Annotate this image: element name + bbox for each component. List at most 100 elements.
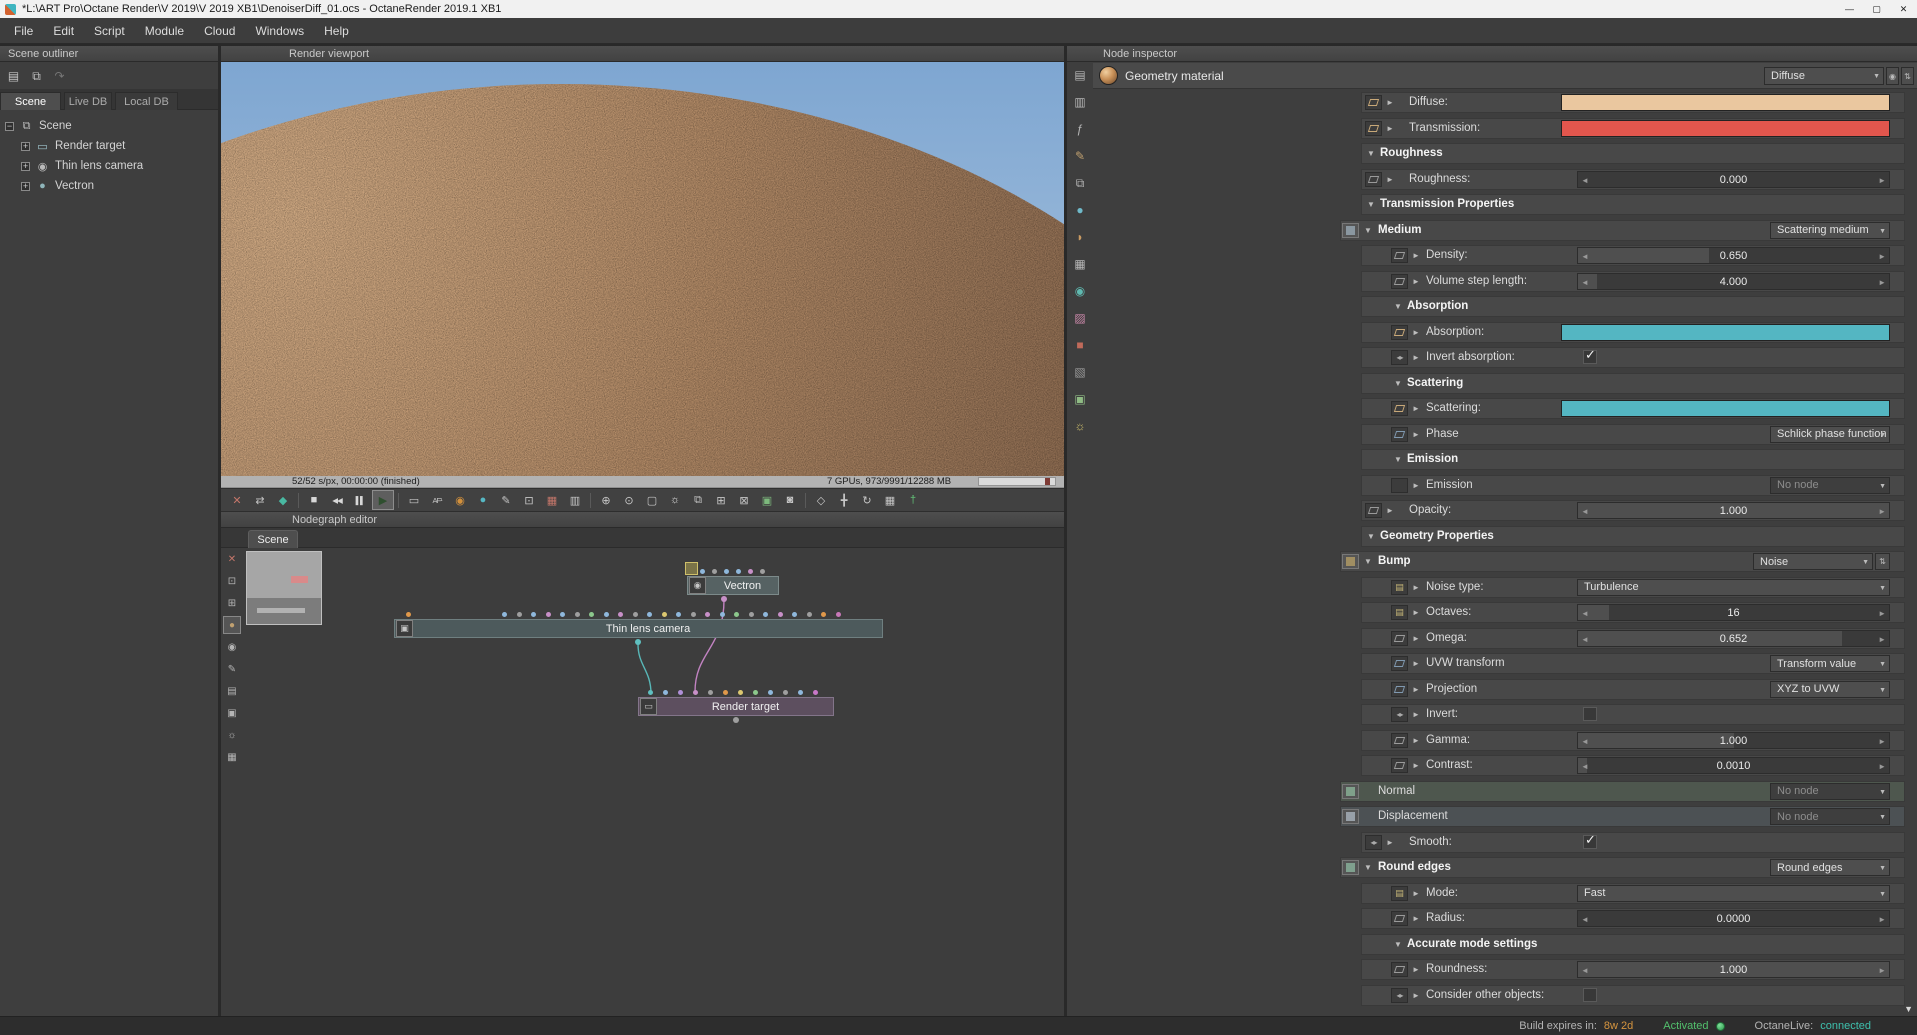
dropdown[interactable]: Noise ▼ [1753,553,1873,570]
input-pin[interactable] [632,612,638,617]
lock-viewport-icon[interactable]: ◙ [779,490,801,510]
expander-icon[interactable]: ► [1386,98,1394,107]
input-pin[interactable] [589,612,594,617]
node-type-icon[interactable]: ▤ [1391,605,1408,620]
expander-icon[interactable]: ▼ [1394,302,1402,311]
node-type-icon[interactable] [1391,911,1408,926]
expander-icon[interactable]: ► [1386,506,1394,515]
palette-medium-icon[interactable]: ◗ [1070,228,1090,246]
input-pin[interactable] [748,612,754,617]
menu-edit[interactable]: Edit [43,18,84,43]
render-viewport-canvas[interactable] [221,62,1064,476]
node-type-icon[interactable]: ▤ [1391,579,1408,595]
expander-icon[interactable]: ► [1412,328,1420,337]
palette-emission-icon[interactable]: ■ [1070,336,1090,354]
value-slider[interactable]: ◄ 0.0000 ► [1577,910,1890,927]
input-pin[interactable] [560,612,565,617]
menu-help[interactable]: Help [314,18,359,43]
restart-render-icon[interactable]: ◀◀ [326,490,348,510]
export-image-icon[interactable]: ▣ [756,490,778,510]
tree-item-thin-lens-camera[interactable]: + ◉ Thin lens camera [0,156,210,176]
palette-star-icon[interactable]: ☼ [1070,417,1090,435]
zoom-in-icon[interactable]: ⊕ [595,490,617,510]
dropdown[interactable]: XYZ to UVW ▼ [1770,680,1890,698]
node-type-icon[interactable] [1391,324,1408,340]
input-pin[interactable] [712,569,717,574]
dropdown[interactable]: No node ▼ [1770,808,1890,825]
vectron-input-pins[interactable] [700,569,765,574]
expander-icon[interactable]: ► [1386,124,1394,133]
expander-icon[interactable]: ► [1412,991,1420,1000]
input-pin[interactable] [760,569,765,574]
stop-render-icon[interactable]: ■ [303,490,325,510]
input-pin[interactable] [661,612,667,617]
save-passes-icon[interactable]: ⊠ [733,490,755,510]
input-pin[interactable] [813,690,818,695]
expander-icon[interactable]: ▼ [1394,379,1402,388]
input-pin[interactable] [690,612,696,617]
node-icon[interactable] [1342,809,1359,824]
expander-icon[interactable]: ▼ [1367,149,1375,158]
vectron-output-pin[interactable] [721,596,727,602]
input-pin[interactable] [647,612,652,617]
node-type-icon[interactable] [1365,95,1382,110]
input-pin[interactable] [531,612,536,617]
expander-icon[interactable]: ▼ [1367,200,1375,209]
ng-medium-icon[interactable]: ▤ [223,682,241,700]
focus-picker-icon[interactable]: ◉ [449,490,471,510]
minimize-button[interactable]: — [1836,0,1863,18]
tab-scene[interactable]: Scene [0,92,61,110]
menu-windows[interactable]: Windows [245,18,314,43]
input-pin[interactable] [734,612,739,617]
region-select-icon[interactable]: ▢ [641,490,663,510]
checkbox[interactable] [1583,987,1597,1002]
slider-increment-icon[interactable]: ► [1878,252,1886,261]
input-pin[interactable] [719,612,725,617]
node-thin-lens-camera[interactable]: ▣ Thin lens camera [394,619,883,638]
slider-increment-icon[interactable]: ► [1878,507,1886,516]
color-swatch[interactable] [1561,119,1890,137]
tree-item-vectron[interactable]: + ● Vectron [0,176,210,196]
discard-changes-icon[interactable]: ✕ [226,490,248,510]
tree-expander[interactable]: + [21,141,30,151]
palette-layers-icon[interactable]: ⧉ [1070,174,1090,192]
node-type-icon[interactable]: ◂▸ [1391,987,1408,1003]
node-type-icon[interactable] [1391,273,1408,289]
value-slider[interactable]: ◄ 0.650 ► [1577,247,1890,264]
copy-node-icon[interactable]: ⧉ [27,67,46,85]
material-picker-icon[interactable]: ✎ [495,490,517,510]
input-pin[interactable] [738,690,743,695]
palette-paint-icon[interactable]: ✎ [1070,147,1090,165]
node-type-icon[interactable] [1391,477,1408,493]
tree-expander[interactable]: − [5,121,14,131]
tree-item-scene[interactable]: − ⧉ Scene [0,116,210,136]
white-balance-picker-icon[interactable]: ● [472,490,494,510]
slider-increment-icon[interactable]: ► [1878,609,1886,618]
expander-icon[interactable]: ► [1412,710,1420,719]
node-type-icon[interactable]: ◂▸ [1365,834,1382,850]
input-pin[interactable] [516,612,522,617]
nodegraph-navigator[interactable] [246,551,322,625]
input-pin[interactable] [768,690,773,695]
expander-icon[interactable]: ▼ [1394,940,1402,949]
color-swatch[interactable] [1561,400,1890,417]
input-pin[interactable] [676,612,681,617]
value-slider[interactable]: ◄ 1.000 ► [1577,961,1890,978]
expander-icon[interactable]: ► [1412,277,1420,286]
node-type-icon[interactable] [1365,503,1382,518]
fullscreen-icon[interactable]: ▦ [879,490,901,510]
input-pin[interactable] [663,690,668,695]
node-icon[interactable] [1342,860,1359,875]
node-icon[interactable] [1342,554,1359,569]
color-swatch[interactable] [1561,323,1890,341]
slider-increment-icon[interactable]: ► [1878,762,1886,771]
node-type-icon[interactable] [1391,962,1408,977]
render-layer-icon[interactable]: ▦ [541,490,563,510]
ng-material-icon[interactable]: ● [223,616,241,634]
subsampling-icon[interactable]: AF¹ [426,490,448,510]
input-pin[interactable] [618,612,623,617]
node-icon[interactable] [1342,222,1359,238]
palette-material-icon[interactable]: ▤ [1070,66,1090,84]
input-pin[interactable] [603,612,609,617]
palette-value-icon[interactable]: ƒ [1070,120,1090,138]
